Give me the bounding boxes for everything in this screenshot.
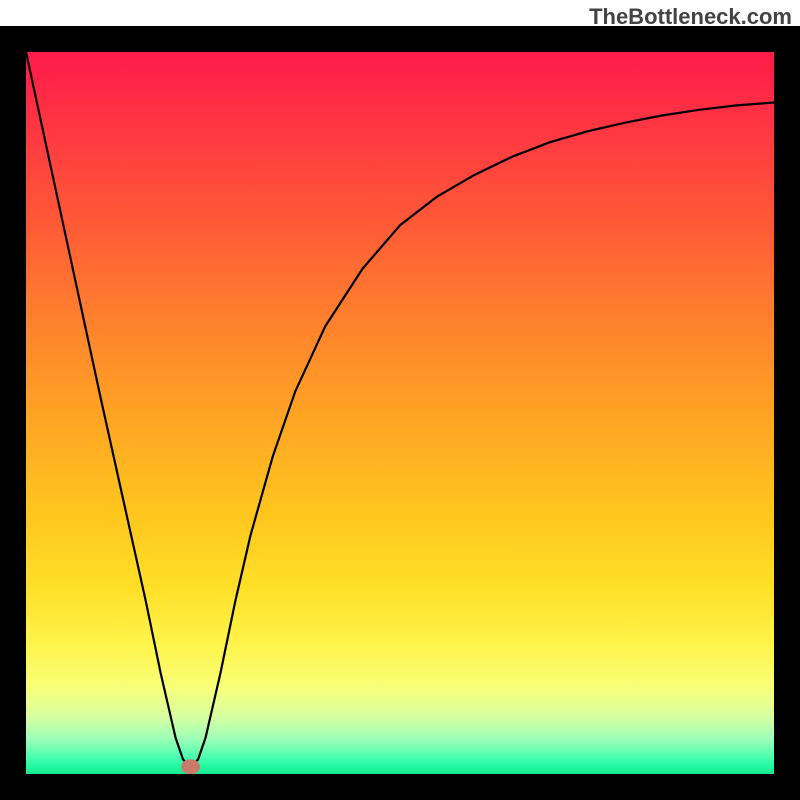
watermark-text: TheBottleneck.com bbox=[589, 4, 792, 30]
curve-svg bbox=[26, 52, 774, 774]
chart-container: TheBottleneck.com bbox=[0, 0, 800, 800]
plot-area bbox=[26, 52, 774, 774]
plot-frame bbox=[0, 26, 800, 800]
minimum-marker bbox=[182, 760, 200, 774]
bottleneck-curve bbox=[26, 52, 774, 767]
